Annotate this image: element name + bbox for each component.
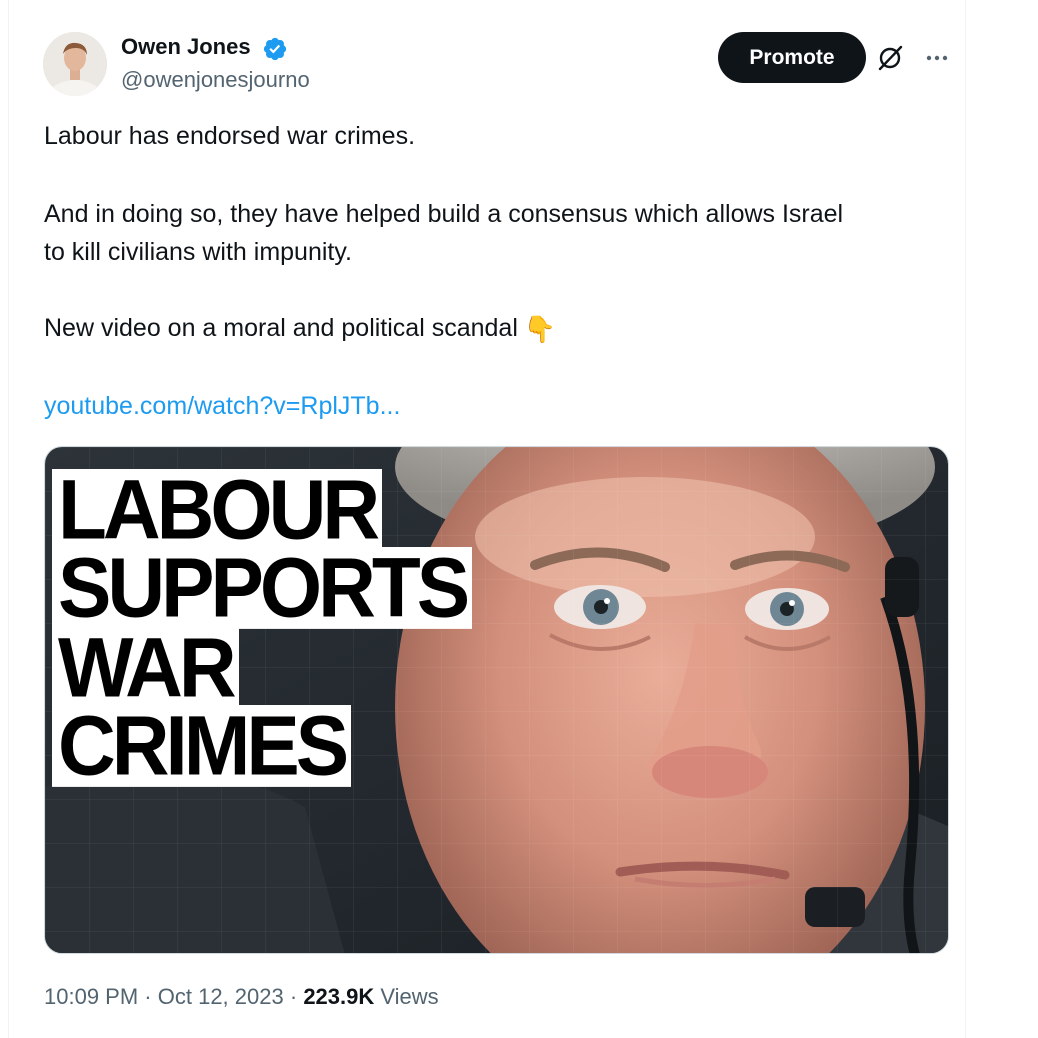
thumbnail-headline-line: LABOUR [52,467,383,551]
tweet-text-segment: New video on a moral and political scand… [44,314,518,342]
tweet-text-line: And in doing so, they have helped build … [44,200,844,228]
promote-button[interactable]: Promote [718,32,866,83]
meta-separator: · [144,984,152,1009]
youtube-link[interactable]: youtube.com/watch?v=RplJTb... [44,387,944,425]
tweet-card: Owen Jones @owenjonesjourno Promote Labo… [8,0,966,1038]
verified-badge-icon [263,37,287,61]
pointing-down-emoji: 👇 [523,314,557,344]
media-thumbnail[interactable]: LABOUR SUPPORTS WAR CRIMES [44,446,949,954]
more-horizontal-icon[interactable] [921,42,953,74]
tweet-time[interactable]: 10:09 PM [44,984,138,1009]
tweet-text-line: New video on a moral and political scand… [44,309,944,348]
tweet-date[interactable]: Oct 12, 2023 [158,984,284,1009]
views-count: 223.9K [303,984,375,1009]
thumbnail-headline-line: CRIMES [52,703,352,787]
grok-slash-icon[interactable] [874,42,906,74]
tweet-text-line: Labour has endorsed war crimes. [44,122,416,150]
thumbnail-headline-line: SUPPORTS [52,545,473,629]
thumbnail-headline-line: WAR [52,625,239,709]
meta-separator: · [289,984,298,1009]
avatar[interactable] [43,32,107,96]
tweet-text-line: to kill civilians with impunity. [44,238,352,266]
author-name[interactable]: Owen Jones [121,34,251,60]
page: Owen Jones @owenjonesjourno Promote Labo… [0,0,1038,1038]
tweet-meta: 10:09 PM · Oct 12, 2023 · 223.9K Views [44,984,439,1010]
author-handle[interactable]: @owenjonesjourno [121,67,310,93]
views-label: Views [380,984,439,1009]
